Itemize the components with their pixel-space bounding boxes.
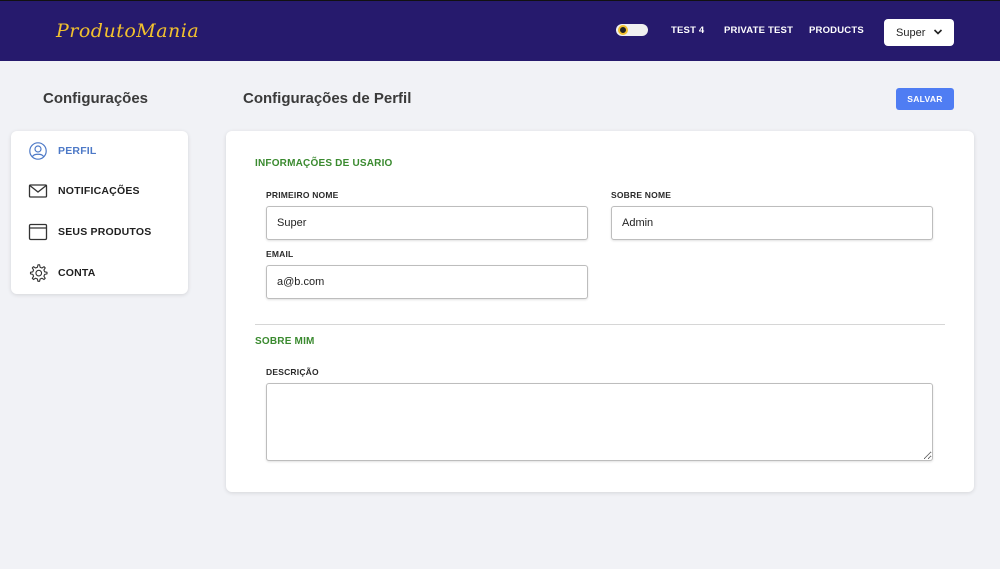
top-navbar: ProdutoMania TEST 4 PRIVATE TEST PRODUCT… <box>0 0 1000 61</box>
section-title-about-me: SOBRE MIM <box>255 336 315 347</box>
description-textarea[interactable] <box>266 383 933 461</box>
sidebar-item-perfil[interactable]: PERFIL <box>11 132 188 170</box>
last-name-input[interactable] <box>611 206 933 240</box>
gear-icon <box>29 264 48 282</box>
first-name-label: PRIMEIRO NOME <box>266 190 339 200</box>
sidebar-item-label: PERFIL <box>58 145 97 157</box>
email-input[interactable] <box>266 265 588 299</box>
sidebar-item-conta[interactable]: CONTA <box>11 254 188 292</box>
user-dropdown-label: Super <box>896 26 926 39</box>
sidebar-item-label: NOTIFICAÇÕES <box>58 185 140 197</box>
sidebar-item-label: SEUS PRODUTOS <box>58 226 152 238</box>
theme-toggle-knob <box>618 25 628 35</box>
sidebar-title: Configurações <box>43 90 149 107</box>
nav-link-products[interactable]: PRODUCTS <box>809 25 864 36</box>
nav-link-test-4[interactable]: TEST 4 <box>671 25 704 36</box>
sidebar-item-notificacoes[interactable]: NOTIFICAÇÕES <box>11 172 188 210</box>
page-title: Configurações de Perfil <box>243 90 412 107</box>
browser-window-icon <box>28 223 48 241</box>
user-circle-icon <box>29 142 47 160</box>
save-button[interactable]: SALVAR <box>896 88 954 110</box>
app-logo[interactable]: ProdutoMania <box>56 20 199 42</box>
theme-toggle[interactable] <box>616 24 648 36</box>
section-divider <box>255 324 945 325</box>
sidebar-item-label: CONTA <box>58 267 96 279</box>
description-label: DESCRIÇÃO <box>266 367 319 377</box>
sidebar-menu: PERFIL NOTIFICAÇÕES SEUS PRODUTOS CONTA <box>11 131 188 294</box>
envelope-icon <box>28 184 48 198</box>
chevron-down-icon <box>933 29 943 35</box>
section-title-user-info: INFORMAÇÕES DE USARIO <box>255 158 393 169</box>
last-name-label: SOBRE NOME <box>611 190 672 200</box>
profile-form-card: INFORMAÇÕES DE USARIO PRIMEIRO NOME SOBR… <box>226 131 974 492</box>
sidebar-item-seus-produtos[interactable]: SEUS PRODUTOS <box>11 213 188 251</box>
first-name-input[interactable] <box>266 206 588 240</box>
user-dropdown[interactable]: Super <box>884 19 954 46</box>
email-label: EMAIL <box>266 249 294 259</box>
nav-link-private-test[interactable]: PRIVATE TEST <box>724 25 793 36</box>
